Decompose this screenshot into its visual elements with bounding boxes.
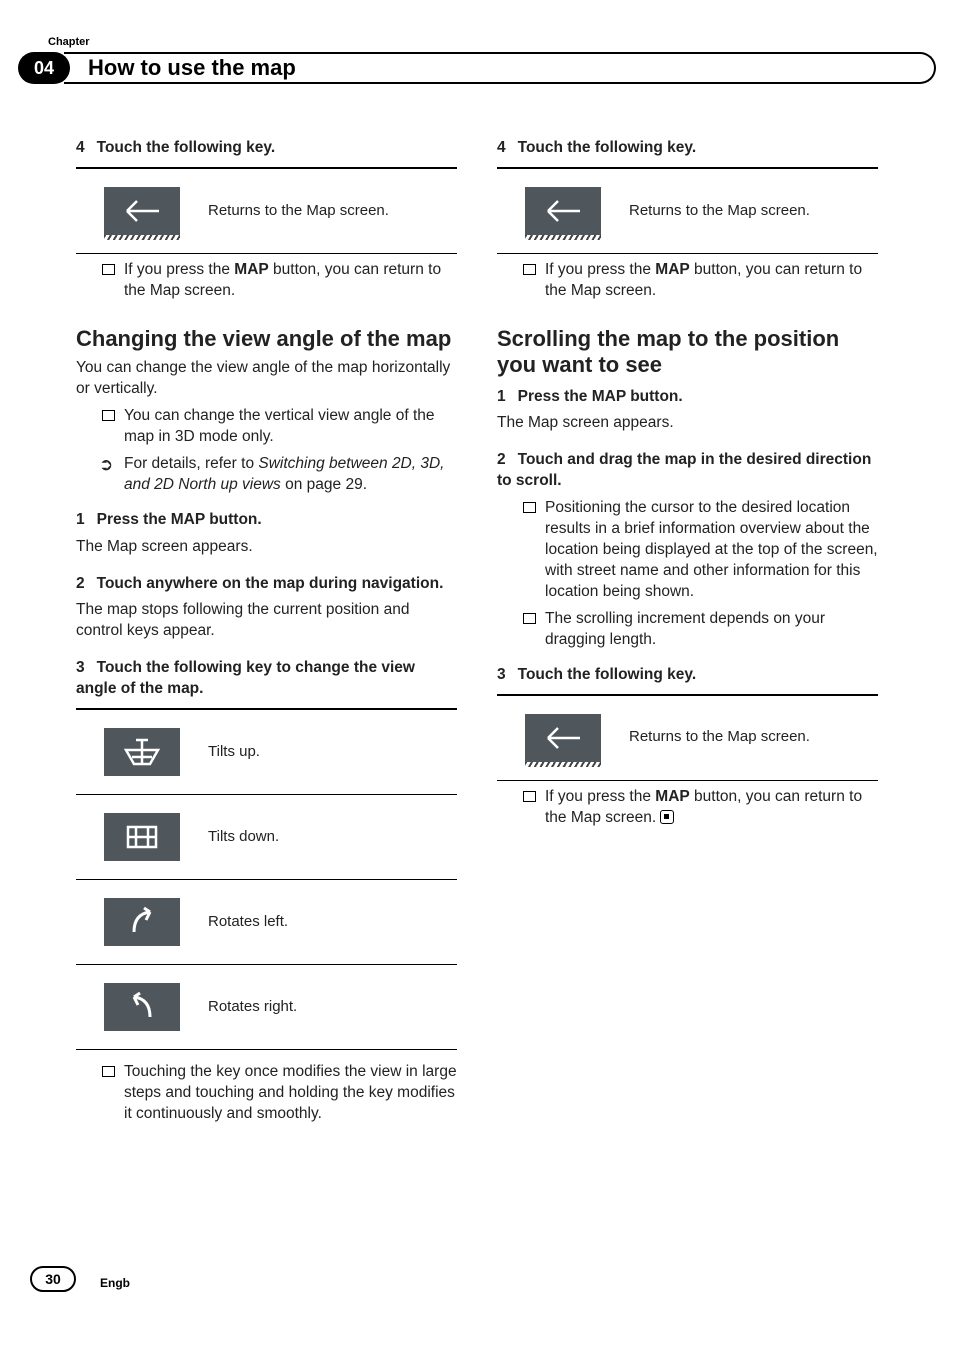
divider xyxy=(76,253,457,254)
section-heading: Changing the view angle of the map xyxy=(76,326,457,352)
key-row: Tilts up. xyxy=(76,710,457,794)
key-row: Returns to the Map screen. xyxy=(497,696,878,780)
key-row: Rotates right. xyxy=(76,965,457,1049)
step-number: 1 xyxy=(76,511,85,528)
language-code: Engb xyxy=(100,1276,130,1290)
divider xyxy=(497,780,878,781)
note-item: If you press the MAP button, you can ret… xyxy=(102,260,457,302)
back-arrow-icon[interactable] xyxy=(525,714,601,762)
step-heading: 4 Touch the following key. xyxy=(76,138,457,159)
step-text: Touch the following key. xyxy=(97,139,276,156)
step-heading: 4 Touch the following key. xyxy=(497,138,878,159)
right-column: 4 Touch the following key. Returns to the… xyxy=(497,130,878,1242)
key-row: Rotates left. xyxy=(76,880,457,964)
step-body: The Map screen appears. xyxy=(497,413,878,434)
note-item: If you press the MAP button, you can ret… xyxy=(523,260,878,302)
rotate-right-icon[interactable] xyxy=(104,983,180,1031)
step-text: Touch and drag the map in the desired di… xyxy=(497,451,871,489)
key-description: Tilts down. xyxy=(208,827,457,847)
note-item: If you press the MAP button, you can ret… xyxy=(523,787,878,829)
step-heading: 2Touch and drag the map in the desired d… xyxy=(497,450,878,492)
tilt-up-icon[interactable] xyxy=(104,728,180,776)
key-row: Returns to the Map screen. xyxy=(497,169,878,253)
step-text: Press the MAP button. xyxy=(518,388,683,405)
chapter-number-pill: 04 xyxy=(18,52,70,84)
key-description: Returns to the Map screen. xyxy=(208,201,457,221)
step-number: 4 xyxy=(76,139,85,156)
key-description: Returns to the Map screen. xyxy=(629,727,878,747)
step-number: 2 xyxy=(497,451,506,468)
step-text: Touch the following key. xyxy=(518,666,697,683)
note-item: The scrolling increment depends on your … xyxy=(523,609,878,651)
key-row: Returns to the Map screen. xyxy=(76,169,457,253)
key-row: Tilts down. xyxy=(76,795,457,879)
step-text: Touch the following key. xyxy=(518,139,697,156)
step-number: 3 xyxy=(497,666,506,683)
step-heading: 2 Touch anywhere on the map during naviga… xyxy=(76,574,457,595)
step-heading: 1 Press the MAP button. xyxy=(497,387,878,408)
step-number: 1 xyxy=(497,388,506,405)
key-description: Rotates right. xyxy=(208,997,457,1017)
section-heading: Scrolling the map to the position you wa… xyxy=(497,326,878,379)
key-description: Returns to the Map screen. xyxy=(629,201,878,221)
page-number: 30 xyxy=(30,1266,76,1292)
step-body: The map stops following the current posi… xyxy=(76,600,457,642)
key-description: Tilts up. xyxy=(208,742,457,762)
step-body: The Map screen appears. xyxy=(76,537,457,558)
note-item: Touching the key once modifies the view … xyxy=(102,1062,457,1125)
section-end-icon xyxy=(660,810,674,824)
reference-item: For details, refer to Switching between … xyxy=(102,454,457,496)
back-arrow-icon[interactable] xyxy=(525,187,601,235)
key-description: Rotates left. xyxy=(208,912,457,932)
step-number: 4 xyxy=(497,139,506,156)
step-text: Touch the following key to change the vi… xyxy=(76,659,415,697)
step-number: 3 xyxy=(76,659,85,676)
note-item: Positioning the cursor to the desired lo… xyxy=(523,498,878,603)
divider xyxy=(497,253,878,254)
step-heading: 1 Press the MAP button. xyxy=(76,510,457,531)
rotate-left-icon[interactable] xyxy=(104,898,180,946)
left-column: 4 Touch the following key. Returns to the… xyxy=(76,130,457,1242)
back-arrow-icon[interactable] xyxy=(104,187,180,235)
section-intro: You can change the view angle of the map… xyxy=(76,358,457,400)
note-item: You can change the vertical view angle o… xyxy=(102,406,457,448)
step-number: 2 xyxy=(76,575,85,592)
step-text: Press the MAP button. xyxy=(97,511,262,528)
tilt-down-icon[interactable] xyxy=(104,813,180,861)
step-text: Touch anywhere on the map during navigat… xyxy=(97,575,444,592)
chapter-label: Chapter xyxy=(48,36,90,48)
step-heading: 3Touch the following key to change the v… xyxy=(76,658,457,700)
step-heading: 3 Touch the following key. xyxy=(497,665,878,686)
divider xyxy=(76,1049,457,1050)
page-title: How to use the map xyxy=(64,52,936,84)
